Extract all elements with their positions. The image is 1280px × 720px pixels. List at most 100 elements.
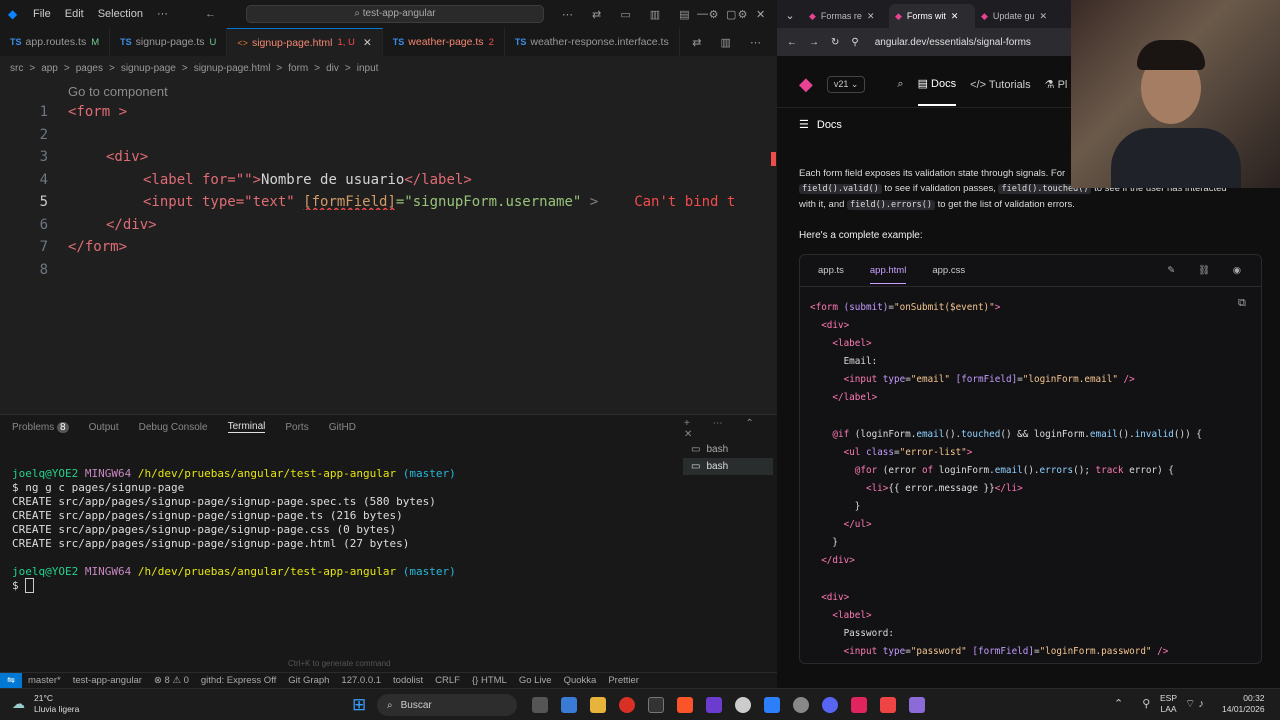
back-icon[interactable]: ← bbox=[787, 37, 797, 48]
network-volume-icons[interactable]: ⌔ ♪ bbox=[1185, 697, 1204, 711]
line-number: 1 bbox=[39, 104, 48, 120]
reload-icon[interactable]: ↻ bbox=[831, 37, 839, 48]
terminal-item-bash-active[interactable]: ▭ bash bbox=[683, 458, 773, 475]
browser-tab-2[interactable]: ◆ Forms wit ✕ bbox=[889, 4, 975, 28]
status-quokka[interactable]: Quokka bbox=[558, 675, 603, 686]
url-field[interactable]: angular.dev/essentials/signal-forms bbox=[875, 37, 1031, 48]
inline-code: field().valid() bbox=[799, 184, 882, 194]
tiktok-icon[interactable] bbox=[851, 697, 867, 713]
command-center[interactable]: ⌕ test-app-angular bbox=[246, 5, 544, 23]
codelens-go-to-component[interactable]: Go to component bbox=[68, 84, 168, 99]
settings-app-icon[interactable] bbox=[793, 697, 809, 713]
weather-widget[interactable]: 21°C Lluvia ligera bbox=[34, 693, 79, 715]
crumb-src[interactable]: src bbox=[10, 63, 23, 74]
tab-debug-console[interactable]: Debug Console bbox=[139, 422, 208, 433]
explorer-icon[interactable] bbox=[590, 697, 606, 713]
tab-weather-response[interactable]: TS weather-response.interface.ts bbox=[505, 28, 680, 56]
terminal-item-bash[interactable]: ▭ bash bbox=[683, 441, 773, 458]
tab-app-routes[interactable]: TS app.routes.ts M bbox=[0, 28, 111, 56]
brave-icon[interactable] bbox=[677, 697, 693, 713]
search-icon[interactable]: ⌕ bbox=[897, 78, 903, 91]
prompt-dollar: $ bbox=[12, 579, 19, 592]
tab-ports[interactable]: Ports bbox=[285, 422, 308, 433]
git-icon[interactable] bbox=[909, 697, 925, 713]
code-tab-app-css[interactable]: app.css bbox=[932, 265, 965, 276]
editor-actions[interactable]: ⇄ ▥ ⋯ bbox=[684, 28, 777, 56]
weather-icon[interactable]: ☁ bbox=[12, 696, 25, 712]
close-icon[interactable]: ✕ bbox=[756, 8, 765, 21]
crumb-app[interactable]: app bbox=[41, 63, 58, 74]
code-tab-app-html[interactable]: app.html bbox=[869, 265, 907, 284]
browser-tab-1[interactable]: ◆ Formas re ✕ bbox=[803, 4, 889, 28]
windows-start-icon[interactable]: ⊞ bbox=[352, 695, 366, 715]
menu-selection[interactable]: Selection bbox=[91, 8, 150, 20]
version-select[interactable]: v21 ⌄ bbox=[826, 76, 866, 93]
code-tab-app-ts[interactable]: app.ts bbox=[818, 265, 844, 276]
angular-logo-icon[interactable]: ◆ bbox=[799, 74, 813, 95]
status-go-live[interactable]: Go Live bbox=[513, 675, 558, 686]
crumb-div[interactable]: div bbox=[326, 63, 339, 74]
tab-githd[interactable]: GitHD bbox=[329, 422, 356, 433]
menu-edit[interactable]: Edit bbox=[58, 8, 91, 20]
taskbar-search[interactable]: ⌕ Buscar bbox=[377, 694, 517, 716]
terminal-output[interactable]: joelq@YOE2 MINGW64 /h/dev/pruebas/angula… bbox=[12, 453, 456, 593]
menu-more[interactable]: ··· bbox=[150, 8, 175, 20]
crumb-signup-page[interactable]: signup-page bbox=[121, 63, 176, 74]
language-indicator[interactable]: ESP LAA bbox=[1160, 693, 1177, 715]
code-editor[interactable]: Go to component 1 2 3 4 5 6 7 8 <form > … bbox=[0, 82, 777, 404]
prompt-path: /h/dev/pruebas/angular/test-app-angular bbox=[137, 565, 397, 578]
close-tab-icon[interactable]: ✕ bbox=[951, 11, 959, 22]
tab-signup-page-html[interactable]: <> signup-page.html 1, U ✕ bbox=[227, 28, 383, 56]
menu-file[interactable]: File bbox=[26, 8, 58, 20]
task-view-icon[interactable] bbox=[532, 697, 548, 713]
close-tab-icon[interactable]: ✕ bbox=[1039, 11, 1047, 22]
tab-output[interactable]: Output bbox=[89, 422, 119, 433]
copilot-icon[interactable] bbox=[561, 697, 577, 713]
tray-icons[interactable]: ⌃ ⚲ bbox=[1114, 697, 1158, 710]
status-branch[interactable]: master* bbox=[22, 675, 67, 686]
status-problems[interactable]: ⊗ 8 ⚠ 0 bbox=[148, 675, 195, 686]
system-clock[interactable]: 00:32 14/01/2026 bbox=[1222, 693, 1265, 715]
tab-weather-page[interactable]: TS weather-page.ts 2 bbox=[383, 28, 505, 56]
crumb-form[interactable]: form bbox=[288, 63, 308, 74]
close-tab-icon[interactable]: ✕ bbox=[867, 11, 875, 22]
status-language[interactable]: {} HTML bbox=[466, 675, 513, 686]
nav-tutorials[interactable]: </> Tutorials bbox=[970, 79, 1031, 91]
status-eol[interactable]: CRLF bbox=[429, 675, 466, 686]
status-git-graph[interactable]: Git Graph bbox=[282, 675, 335, 686]
app-icon[interactable] bbox=[764, 697, 780, 713]
tab-signup-page-ts[interactable]: TS signup-page.ts U bbox=[110, 28, 228, 56]
remote-icon[interactable]: ⇋ bbox=[0, 672, 22, 689]
app-tf-icon[interactable] bbox=[880, 697, 896, 713]
copy-icon[interactable]: ⧉ bbox=[1238, 297, 1246, 310]
terminal-app-icon[interactable] bbox=[648, 697, 664, 713]
minimize-icon[interactable]: — bbox=[697, 8, 708, 20]
forward-icon[interactable]: → bbox=[809, 37, 819, 48]
site-info-icon[interactable]: ⚲ bbox=[851, 37, 858, 48]
crumb-input[interactable]: input bbox=[357, 63, 379, 74]
crumb-pages[interactable]: pages bbox=[76, 63, 103, 74]
nav-playground[interactable]: ⚗ Pl bbox=[1045, 78, 1068, 91]
status-prettier[interactable]: Prettier bbox=[602, 675, 645, 686]
maximize-icon[interactable]: ▢ bbox=[726, 8, 736, 21]
status-host[interactable]: 127.0.0.1 bbox=[335, 675, 387, 686]
tab-problems[interactable]: Problems 8 bbox=[12, 421, 69, 433]
discord-icon[interactable] bbox=[822, 697, 838, 713]
tab-list-icon[interactable]: ⌄ bbox=[777, 9, 803, 28]
code-actions[interactable]: ✎ ⛓ ◉ bbox=[1167, 265, 1251, 276]
close-tab-icon[interactable]: ✕ bbox=[363, 37, 372, 49]
nav-docs[interactable]: ▤ Docs bbox=[917, 63, 957, 106]
browser-tab-3[interactable]: ◆ Update gu ✕ bbox=[975, 4, 1061, 28]
chrome-icon[interactable] bbox=[619, 697, 635, 713]
section-menu[interactable]: ☰ Docs bbox=[799, 118, 842, 132]
status-project[interactable]: test-app-angular bbox=[67, 675, 148, 686]
back-arrow-icon[interactable]: ← bbox=[205, 8, 216, 20]
status-githd[interactable]: githd: Express Off bbox=[195, 675, 282, 686]
status-todolist[interactable]: todolist bbox=[387, 675, 429, 686]
crumb-file[interactable]: signup-page.html bbox=[194, 63, 271, 74]
tab-terminal[interactable]: Terminal bbox=[227, 421, 266, 433]
vscode-app-icon[interactable] bbox=[706, 697, 722, 713]
prompt-path: /h/dev/pruebas/angular/test-app-angular bbox=[137, 467, 397, 480]
openai-icon[interactable] bbox=[735, 697, 751, 713]
panel-actions[interactable]: + ⋯ ⌃ ✕ bbox=[684, 418, 777, 440]
